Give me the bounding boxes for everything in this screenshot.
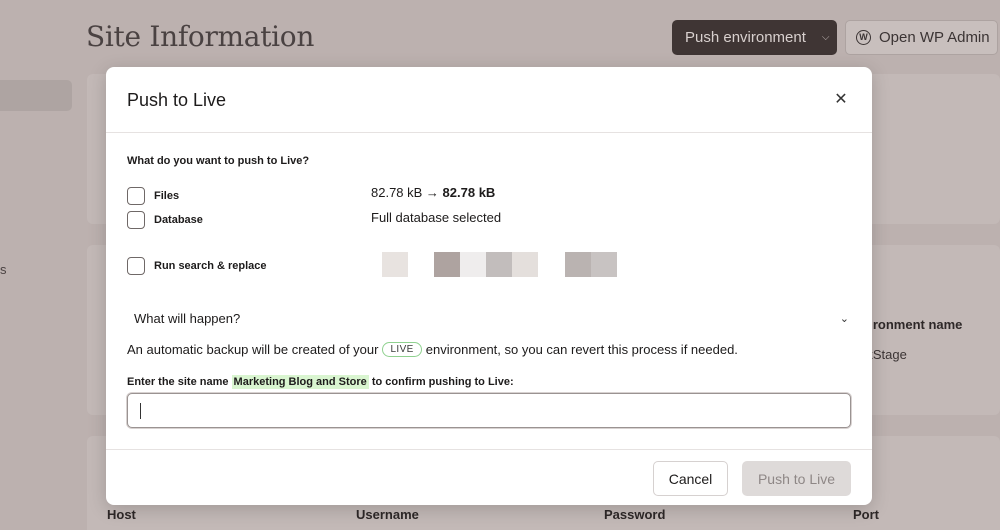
close-icon[interactable]: ✕	[832, 90, 850, 108]
text-caret	[140, 403, 141, 419]
database-info: Full database selected	[371, 210, 502, 225]
search-replace-checkbox[interactable]	[127, 257, 145, 275]
files-checkbox[interactable]	[127, 187, 145, 205]
site-name-confirm-input[interactable]	[127, 393, 851, 428]
option-database[interactable]: Database	[127, 211, 203, 229]
push-environment-label: Push environment	[685, 29, 806, 46]
database-label: Database	[154, 214, 203, 226]
files-size-info: 82.78 kB → 82.78 kB	[371, 185, 495, 200]
accordion-label: What will happen?	[134, 310, 241, 326]
files-size-to: 82.78 kB	[442, 185, 496, 200]
option-search-replace[interactable]: Run search & replace	[127, 257, 267, 275]
column-username: Username	[356, 507, 419, 522]
database-checkbox[interactable]	[127, 211, 145, 229]
open-wp-admin-label: Open WP Admin	[879, 29, 990, 46]
option-files[interactable]: Files	[127, 187, 179, 205]
blurred-field	[512, 252, 538, 277]
wordpress-icon: W	[856, 30, 871, 45]
column-port: Port	[853, 507, 879, 522]
backup-prefix: An automatic backup will be created of y…	[127, 342, 379, 357]
confirm-instruction: Enter the site name Marketing Blog and S…	[127, 375, 514, 389]
column-password: Password	[604, 507, 666, 522]
files-label: Files	[154, 190, 180, 202]
blurred-field	[434, 252, 460, 277]
page-title: Site Information	[86, 20, 315, 53]
push-to-live-modal: Push to Live ✕ What do you want to push …	[106, 67, 872, 505]
blurred-field	[591, 252, 617, 277]
site-name-highlight: Marketing Blog and Store	[231, 375, 369, 389]
chevron-down-icon: ⌵	[821, 32, 830, 43]
modal-footer: Cancel Push to Live	[106, 449, 872, 505]
confirm-suffix: to confirm pushing to Live:	[368, 376, 514, 388]
backup-suffix: environment, so you can revert this proc…	[425, 342, 738, 357]
environment-name-label: vironment name	[862, 317, 963, 332]
blurred-field	[382, 252, 408, 277]
sidebar-text-fragment: s	[0, 262, 7, 277]
what-will-happen-accordion[interactable]: What will happen? ⌄	[127, 304, 851, 332]
open-wp-admin-button[interactable]: W Open WP Admin	[845, 20, 998, 55]
blurred-field	[486, 252, 512, 277]
modal-header: Push to Live ✕	[106, 67, 872, 133]
blurred-field	[565, 252, 591, 277]
sidebar-active-item[interactable]	[0, 80, 72, 111]
live-badge: LIVE	[382, 342, 422, 357]
backup-notice: An automatic backup will be created of y…	[127, 342, 738, 357]
chevron-down-icon: ⌄	[839, 312, 849, 325]
blurred-field	[460, 252, 486, 277]
push-to-live-button[interactable]: Push to Live	[742, 461, 851, 496]
confirm-prefix: Enter the site name	[127, 376, 232, 388]
column-host: Host	[107, 507, 136, 522]
files-size-from: 82.78 kB →	[371, 185, 443, 200]
push-environment-button[interactable]: Push environment ⌵	[672, 20, 837, 55]
search-replace-label: Run search & replace	[154, 260, 267, 272]
cancel-button[interactable]: Cancel	[653, 461, 728, 496]
modal-title: Push to Live	[127, 90, 227, 110]
push-question: What do you want to push to Live?	[127, 155, 310, 167]
